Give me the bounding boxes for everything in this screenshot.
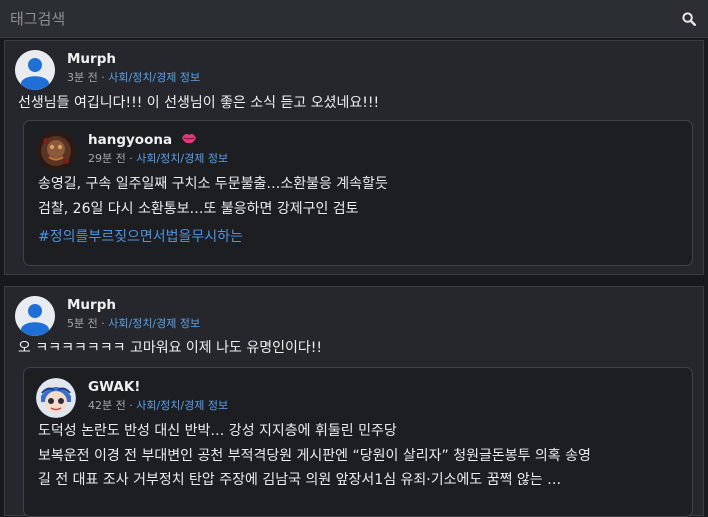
meta-separator: · [101, 317, 105, 330]
post-time: 5분 전 [67, 317, 98, 330]
post-header: Murph 3분 전 · 사회/정치/경제 정보 [15, 50, 200, 90]
post-card: Murph 3분 전 · 사회/정치/경제 정보 선생님들 여깁니다!!! 이 … [4, 40, 704, 275]
author-name[interactable]: Murph [67, 296, 200, 314]
meta-separator: · [129, 152, 133, 165]
meta-separator: · [129, 399, 133, 412]
post-text: 오 ㅋㅋㅋㅋㅋㅋㅋ 고마워요 이제 나도 유명인이다!! [18, 340, 322, 356]
search-icon[interactable] [680, 10, 698, 28]
category-link[interactable]: 사회/정치/경제 정보 [108, 71, 200, 84]
quoted-post-meta: 29분 전 · 사회/정치/경제 정보 [88, 151, 228, 167]
tag-search-bar [0, 0, 708, 38]
post-header: Murph 5분 전 · 사회/정치/경제 정보 [15, 296, 200, 336]
author-name[interactable]: Murph [67, 50, 200, 68]
post-card: Murph 5분 전 · 사회/정치/경제 정보 오 ㅋㅋㅋㅋㅋㅋㅋ 고마워요 … [4, 286, 704, 517]
meta-separator: · [101, 71, 105, 84]
category-link[interactable]: 사회/정치/경제 정보 [136, 152, 228, 165]
post-time: 3분 전 [67, 71, 98, 84]
post-meta: 3분 전 · 사회/정치/경제 정보 [67, 70, 200, 86]
quoted-post[interactable]: hangyoona 29분 전 · 사회/정치/경제 정보 송영길, 구속 일주… [23, 120, 693, 266]
quoted-post[interactable]: GWAK! 42분 전 · 사회/정치/경제 정보 도덕성 논란도 반성 대신 … [23, 367, 693, 517]
quoted-text-line: 길 전 대표 조사 거부정치 탄압 주장에 김남국 의원 앞장서1심 유죄·기소… [38, 472, 562, 488]
avatar[interactable] [15, 50, 55, 90]
post-text: 선생님들 여깁니다!!! 이 선생님이 좋은 소식 듣고 오셨네요!!! [18, 95, 380, 111]
tag-search-input[interactable] [10, 9, 680, 28]
avatar[interactable] [36, 378, 76, 418]
quoted-text-line: 검찰, 26일 다시 소환통보…또 불응하면 강제구인 검토 [38, 201, 359, 217]
post-time: 29분 전 [88, 152, 126, 165]
quoted-post-meta: 42분 전 · 사회/정치/경제 정보 [88, 398, 228, 414]
avatar[interactable] [36, 131, 76, 171]
quoted-author-name[interactable]: hangyoona [88, 131, 228, 149]
lips-icon [181, 131, 197, 149]
quoted-text-line: 보복운전 이경 전 부대변인 공천 부적격당원 게시판엔 “당원이 살리자” 청… [38, 448, 591, 464]
avatar[interactable] [15, 296, 55, 336]
quoted-post-header: hangyoona 29분 전 · 사회/정치/경제 정보 [36, 131, 228, 171]
post-meta: 5분 전 · 사회/정치/경제 정보 [67, 316, 200, 332]
category-link[interactable]: 사회/정치/경제 정보 [108, 317, 200, 330]
hashtag-link[interactable]: #정의를부르짖으면서법을무시하는 [38, 227, 243, 247]
quoted-text-line: 송영길, 구속 일주일째 구치소 두문불출…소환불응 계속할듯 [38, 176, 388, 192]
quoted-post-header: GWAK! 42분 전 · 사회/정치/경제 정보 [36, 378, 228, 418]
quoted-text-line: 도덕성 논란도 반성 대신 반박… 강성 지지층에 휘둘린 민주당 [38, 423, 397, 439]
category-link[interactable]: 사회/정치/경제 정보 [136, 399, 228, 412]
quoted-author-name[interactable]: GWAK! [88, 378, 228, 396]
post-time: 42분 전 [88, 399, 126, 412]
